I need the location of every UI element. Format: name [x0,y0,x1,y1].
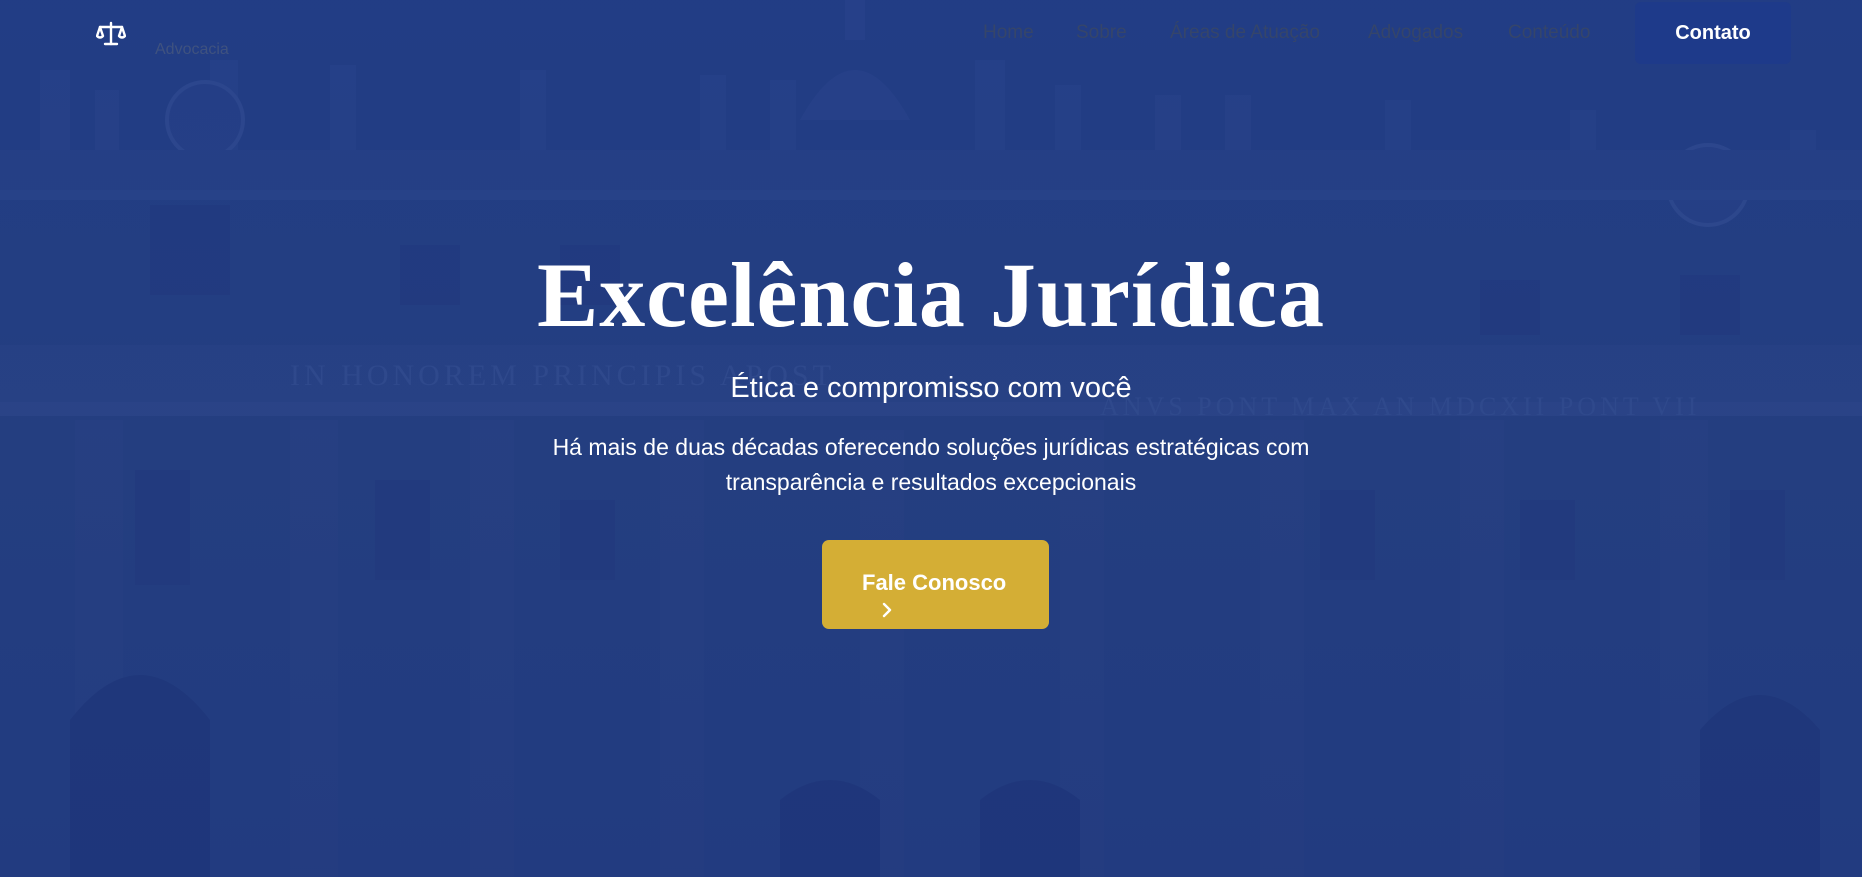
hero-description: Há mais de duas décadas oferecendo soluç… [552,434,1310,495]
fale-conosco-button[interactable]: Fale Conosco [822,540,1049,629]
nav-item-areas-de-atuacao[interactable]: Áreas de Atuação [1170,22,1320,44]
hero-title: Excelência Jurídica [536,244,1326,346]
site-header: Advocacia Home Sobre Áreas de Atuação Ad… [0,0,1862,66]
nav-item-sobre[interactable]: Sobre [1076,22,1127,44]
contact-button[interactable]: Contato [1635,2,1791,64]
nav-item-conteudo[interactable]: Conteúdo [1508,22,1590,44]
main-nav: Home Sobre Áreas de Atuação Advogados Co… [0,22,1862,46]
hero-section: IN HONOREM PRINCIPIS APOST ANVS PONT MAX… [0,0,1862,877]
hero-subtitle: Ética e compromisso com você [730,372,1132,404]
nav-item-home[interactable]: Home [983,22,1034,44]
nav-item-advogados[interactable]: Advogados [1368,22,1463,44]
chevron-right-icon [882,602,892,617]
fale-conosco-label: Fale Conosco [862,569,1007,595]
